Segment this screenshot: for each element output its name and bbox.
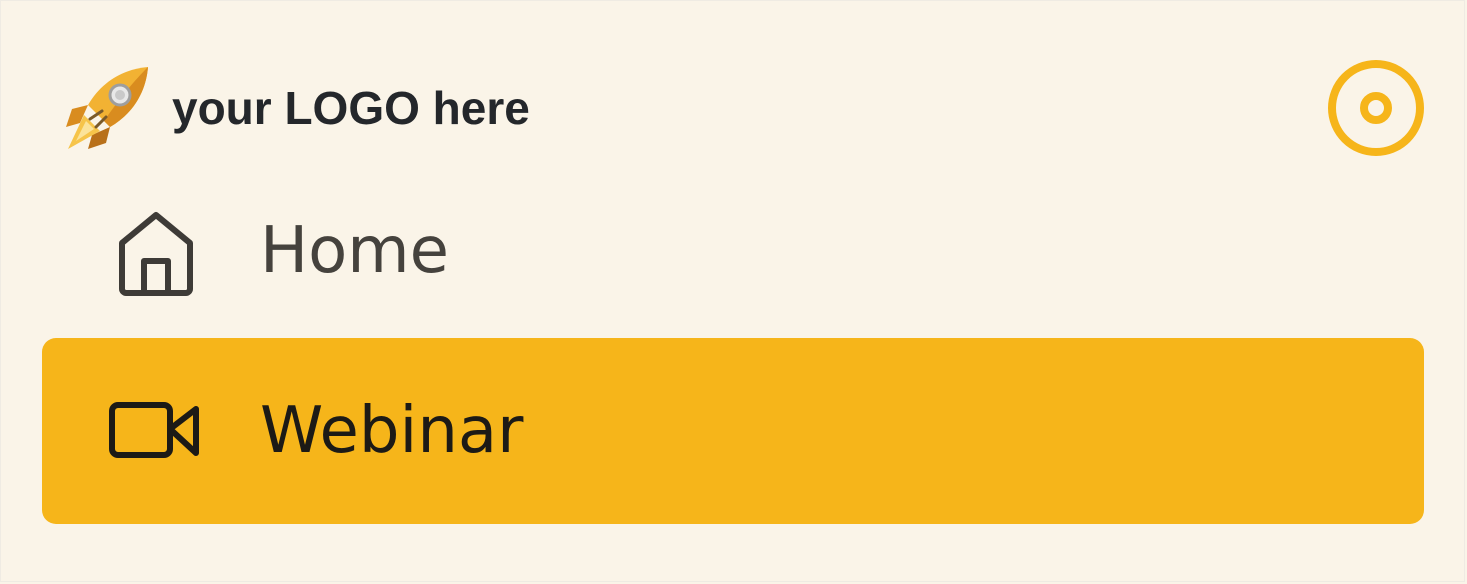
nav-item-label-webinar: Webinar — [260, 394, 524, 468]
nav-item-webinar[interactable]: Webinar — [42, 338, 1424, 524]
sidebar-toggle-button[interactable] — [1326, 58, 1426, 158]
nav-item-label-home: Home — [260, 214, 449, 288]
rocket-icon — [64, 65, 150, 151]
video-camera-icon — [108, 383, 204, 479]
nav-item-home[interactable]: Home — [42, 158, 1424, 344]
logo-text: your LOGO here — [172, 82, 530, 134]
target-circle-icon — [1328, 60, 1424, 156]
home-icon — [108, 203, 204, 299]
sidebar-header: your LOGO here — [64, 58, 1426, 158]
